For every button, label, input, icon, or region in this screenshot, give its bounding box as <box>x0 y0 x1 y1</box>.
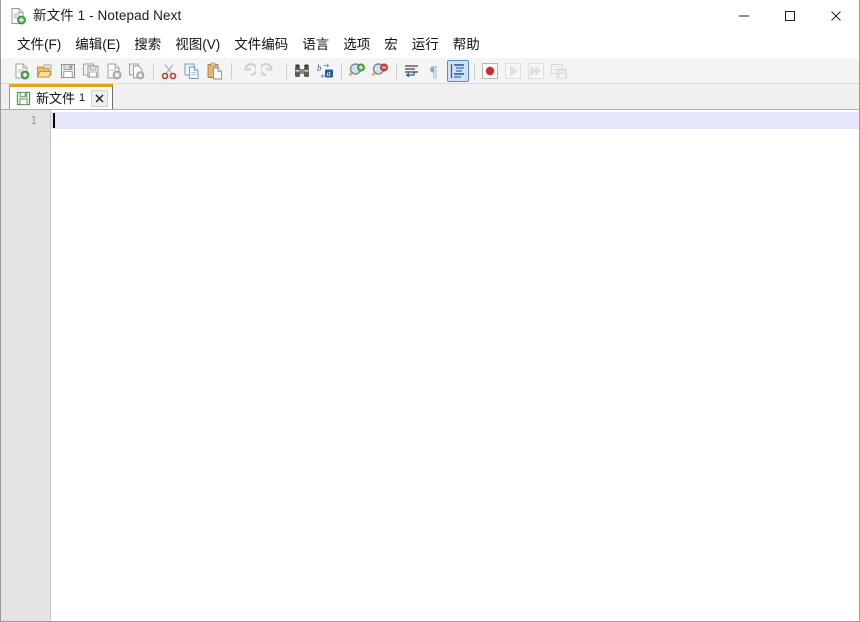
toolbar-separator <box>396 63 397 79</box>
floppy-disk-icon <box>16 91 31 106</box>
toolbar-find-button[interactable] <box>291 60 313 82</box>
clipboard-paste-icon <box>206 62 224 80</box>
menu-item-view[interactable]: 视图(V) <box>168 33 227 57</box>
menu-item-run[interactable]: 运行 <box>405 33 446 57</box>
toolbar-zoom-in-button[interactable] <box>346 60 368 82</box>
line-number: 1 <box>1 112 50 129</box>
tab-number: 1 <box>79 92 85 104</box>
current-line-highlight[interactable] <box>51 112 859 129</box>
application-window: 新文件 1 - Notepad Next 文件(F) 编辑(E <box>0 0 860 622</box>
svg-text:¶: ¶ <box>430 64 438 80</box>
toolbar: b a <box>1 58 859 84</box>
line-number-gutter: 1 <box>1 110 51 621</box>
save-macro-icon <box>550 62 568 80</box>
save-all-icon <box>82 62 100 80</box>
toolbar-play-macro-button[interactable] <box>502 60 524 82</box>
copy-icon <box>183 62 201 80</box>
svg-text:b: b <box>317 63 322 73</box>
toolbar-zoom-out-button[interactable] <box>369 60 391 82</box>
word-wrap-icon <box>403 62 421 80</box>
toolbar-separator <box>153 63 154 79</box>
toolbar-separator <box>231 63 232 79</box>
binoculars-icon <box>293 62 311 80</box>
menu-bar: 文件(F) 编辑(E) 搜索 视图(V) 文件编码 语言 选项 宏 运行 帮助 <box>1 32 859 58</box>
tab-label: 新文件 <box>36 89 75 108</box>
new-document-icon <box>9 7 27 25</box>
tab-bar: 新文件 1 <box>1 84 859 110</box>
toolbar-replace-button[interactable]: b a <box>314 60 336 82</box>
magnifier-minus-icon <box>371 62 389 80</box>
toolbar-show-all-characters-button[interactable]: ¶ <box>424 60 446 82</box>
editor-area[interactable]: 1 <box>1 110 859 621</box>
toolbar-save-macro-button[interactable] <box>548 60 570 82</box>
toolbar-indent-guide-button[interactable] <box>447 60 469 82</box>
toolbar-separator <box>341 63 342 79</box>
open-folder-icon <box>36 62 54 80</box>
toolbar-redo-button[interactable] <box>259 60 281 82</box>
close-button[interactable] <box>813 0 859 32</box>
floppy-disk-icon <box>59 62 77 80</box>
menu-item-macro[interactable]: 宏 <box>377 33 405 57</box>
pilcrow-icon: ¶ <box>426 62 444 80</box>
code-text-area[interactable] <box>51 110 859 621</box>
toolbar-paste-button[interactable] <box>204 60 226 82</box>
menu-item-help[interactable]: 帮助 <box>446 33 487 57</box>
menu-item-encoding[interactable]: 文件编码 <box>227 33 295 57</box>
toolbar-run-macro-multiple-button[interactable] <box>525 60 547 82</box>
close-all-documents-icon <box>128 62 146 80</box>
toolbar-separator <box>474 63 475 79</box>
menu-item-search[interactable]: 搜索 <box>127 33 168 57</box>
tab-new-file-1[interactable]: 新文件 1 <box>9 84 113 109</box>
menu-item-settings[interactable]: 选项 <box>336 33 377 57</box>
toolbar-new-file-button[interactable] <box>11 60 33 82</box>
toolbar-undo-button[interactable] <box>236 60 258 82</box>
scissors-icon <box>160 62 178 80</box>
close-document-icon <box>105 62 123 80</box>
toolbar-separator <box>286 63 287 79</box>
toolbar-open-file-button[interactable] <box>34 60 56 82</box>
tab-close-button[interactable] <box>91 90 108 107</box>
toolbar-word-wrap-button[interactable] <box>401 60 423 82</box>
title-bar: 新文件 1 - Notepad Next <box>1 0 859 32</box>
new-document-icon <box>13 62 31 80</box>
minimize-button[interactable] <box>721 0 767 32</box>
play-triangle-icon <box>504 62 522 80</box>
indent-guide-icon <box>449 62 467 80</box>
toolbar-save-all-button[interactable] <box>80 60 102 82</box>
magnifier-plus-icon <box>348 62 366 80</box>
toolbar-save-button[interactable] <box>57 60 79 82</box>
window-controls <box>721 0 859 32</box>
replace-ba-icon: b a <box>316 62 334 80</box>
window-title: 新文件 1 - Notepad Next <box>33 0 181 32</box>
svg-text:a: a <box>327 69 331 78</box>
record-circle-icon <box>481 62 499 80</box>
redo-arrow-icon <box>261 62 279 80</box>
menu-item-edit[interactable]: 编辑(E) <box>68 33 127 57</box>
maximize-button[interactable] <box>767 0 813 32</box>
menu-item-language[interactable]: 语言 <box>295 33 336 57</box>
menu-item-file[interactable]: 文件(F) <box>10 33 68 57</box>
toolbar-close-all-button[interactable] <box>126 60 148 82</box>
fast-forward-icon <box>527 62 545 80</box>
toolbar-record-macro-button[interactable] <box>479 60 501 82</box>
undo-arrow-icon <box>238 62 256 80</box>
toolbar-close-file-button[interactable] <box>103 60 125 82</box>
text-caret <box>53 113 55 128</box>
toolbar-copy-button[interactable] <box>181 60 203 82</box>
toolbar-cut-button[interactable] <box>158 60 180 82</box>
